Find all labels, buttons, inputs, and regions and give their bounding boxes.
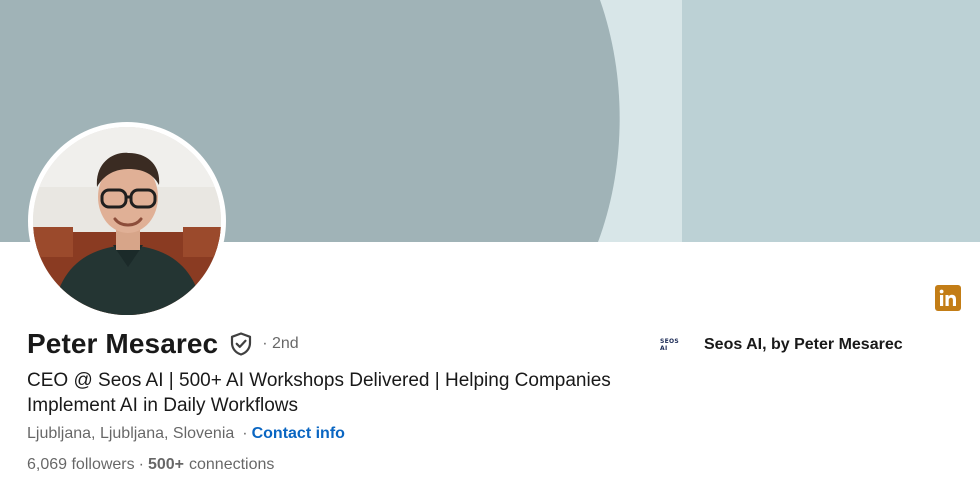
- profile-avatar[interactable]: [28, 122, 226, 320]
- location-row: Ljubljana, Ljubljana, Slovenia · Contact…: [27, 423, 345, 445]
- company-name: Seos AI, by Peter Mesarec: [704, 336, 903, 353]
- connections-count[interactable]: 500+: [148, 456, 184, 474]
- profile-name: Peter Mesarec: [27, 328, 219, 359]
- followers-count[interactable]: 6,069 followers: [27, 456, 135, 474]
- connection-degree: · 2nd: [262, 335, 299, 352]
- shield-check-icon[interactable]: [228, 331, 254, 357]
- linkedin-icon: [935, 285, 961, 311]
- connections-label: connections: [189, 456, 275, 473]
- company-logo: SEOS AI: [660, 338, 680, 352]
- name-row: Peter Mesarec · 2nd: [27, 326, 299, 362]
- company-link[interactable]: SEOS AI Seos AI, by Peter Mesarec: [660, 333, 903, 357]
- contact-info-link[interactable]: Contact info: [252, 425, 345, 443]
- separator-dot: ·: [242, 425, 248, 442]
- profile-headline: CEO @ Seos AI | 500+ AI Workshops Delive…: [27, 370, 611, 416]
- profile-location: Ljubljana, Ljubljana, Slovenia: [27, 425, 235, 442]
- separator-dot: ·: [138, 456, 144, 473]
- avatar-photo: [33, 127, 221, 315]
- stats-row: 6,069 followers · 500+ connections: [27, 454, 274, 476]
